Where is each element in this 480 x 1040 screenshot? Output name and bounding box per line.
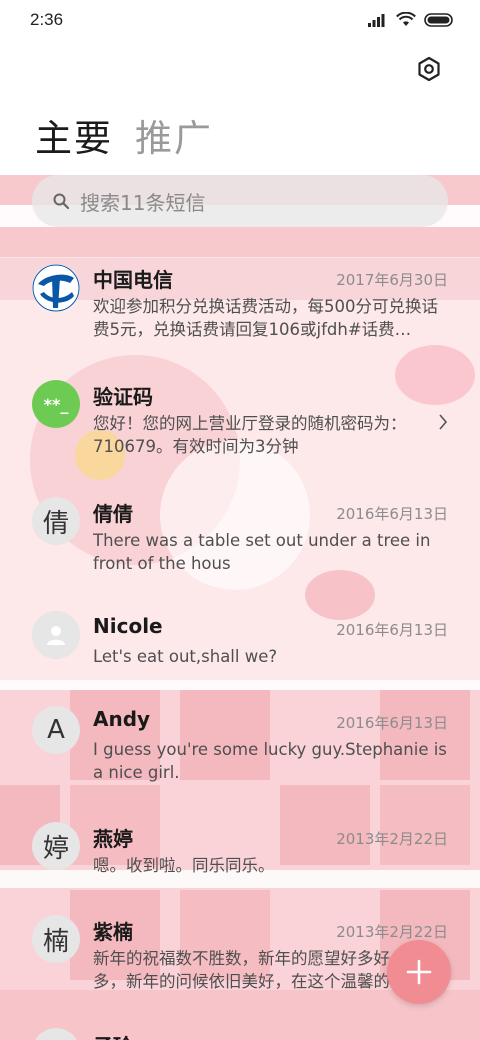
message-date: 2016年6月13日 bbox=[336, 505, 448, 523]
contact-name: Andy bbox=[93, 707, 151, 731]
contact-name: 中国电信 bbox=[93, 268, 173, 292]
search-icon bbox=[53, 193, 70, 210]
avatar: 婷 bbox=[32, 822, 80, 870]
message-snippet: Let's eat out,shall we? bbox=[93, 647, 278, 666]
message-date: 2013年2月22日 bbox=[336, 923, 448, 941]
contact-name: 紫楠 bbox=[93, 920, 133, 944]
contact-name: 倩倩 bbox=[93, 502, 133, 526]
settings-button[interactable] bbox=[416, 56, 442, 82]
avatar bbox=[32, 264, 80, 312]
message-snippet: 您好！您的网上营业厅登录的随机密码为：710679。有效时间为3分钟 bbox=[93, 414, 407, 456]
avatar: 倩 bbox=[32, 497, 80, 545]
battery-icon bbox=[424, 12, 453, 27]
tab-bar: 主要 推广 bbox=[35, 108, 213, 162]
message-snippet: 欢迎参加积分兑换话费活动，每500分可兑换话费5元，兑换话费请回复106或jfd… bbox=[93, 297, 438, 339]
tab-main[interactable]: 主要 bbox=[35, 108, 113, 162]
status-bar: 2:36 bbox=[0, 0, 480, 40]
message-date: 2016年6月13日 bbox=[336, 714, 448, 732]
plus-icon bbox=[406, 959, 432, 985]
tab-promotions[interactable]: 推广 bbox=[135, 108, 213, 162]
message-snippet: There was a table set out under a tree i… bbox=[93, 531, 431, 573]
message-date: 2016年6月13日 bbox=[336, 621, 448, 639]
conversation-ziling[interactable]: 子玲 bbox=[0, 1028, 480, 1040]
message-date: 2017年6月30日 bbox=[336, 271, 448, 289]
avatar: 楠 bbox=[32, 915, 80, 963]
avatar bbox=[32, 1028, 80, 1040]
avatar: **_ bbox=[32, 380, 80, 428]
avatar bbox=[32, 611, 80, 659]
message-snippet: 嗯。收到啦。同乐同乐。 bbox=[93, 856, 275, 875]
contact-name: 验证码 bbox=[93, 385, 153, 409]
china-telecom-logo-icon bbox=[32, 264, 80, 312]
signal-icon bbox=[368, 13, 385, 27]
avatar: A bbox=[32, 706, 80, 754]
conversation-china-telecom[interactable]: 中国电信 2017年6月30日 欢迎参加积分兑换话费活动，每500分可兑换话费5… bbox=[0, 262, 480, 347]
conversation-yanting[interactable]: 婷 燕婷 2013年2月22日 嗯。收到啦。同乐同乐。 bbox=[0, 820, 480, 885]
contact-name: Nicole bbox=[93, 614, 163, 638]
message-date: 2013年2月22日 bbox=[336, 830, 448, 848]
conversation-verification-code[interactable]: **_ 验证码 您好！您的网上营业厅登录的随机密码为：710679。有效时间为3… bbox=[0, 378, 480, 463]
contact-name: 子玲 bbox=[93, 1030, 133, 1040]
search-bar[interactable]: 搜索11条短信 bbox=[32, 175, 448, 227]
person-icon bbox=[47, 626, 65, 645]
message-snippet: I guess you're some lucky guy.Stephanie … bbox=[93, 740, 447, 782]
conversation-nicole[interactable]: Nicole 2016年6月13日 Let's eat out,shall we… bbox=[0, 611, 480, 676]
contact-name: 燕婷 bbox=[93, 827, 133, 851]
message-snippet: 新年的祝福数不胜数，新年的愿望好多好多，新年的问候依旧美好，在这个温馨的时刻… bbox=[93, 949, 390, 991]
wifi-icon bbox=[396, 12, 416, 26]
gear-icon bbox=[418, 56, 440, 82]
status-icons bbox=[368, 12, 454, 27]
chevron-right-icon[interactable] bbox=[438, 414, 448, 430]
search-input[interactable]: 搜索11条短信 bbox=[80, 187, 205, 216]
status-time: 2:36 bbox=[30, 10, 64, 29]
conversation-andy[interactable]: A Andy 2016年6月13日 I guess you're some lu… bbox=[0, 704, 480, 789]
conversation-qianqian[interactable]: 倩 倩倩 2016年6月13日 There was a table set ou… bbox=[0, 495, 480, 580]
new-message-button[interactable] bbox=[387, 940, 451, 1004]
